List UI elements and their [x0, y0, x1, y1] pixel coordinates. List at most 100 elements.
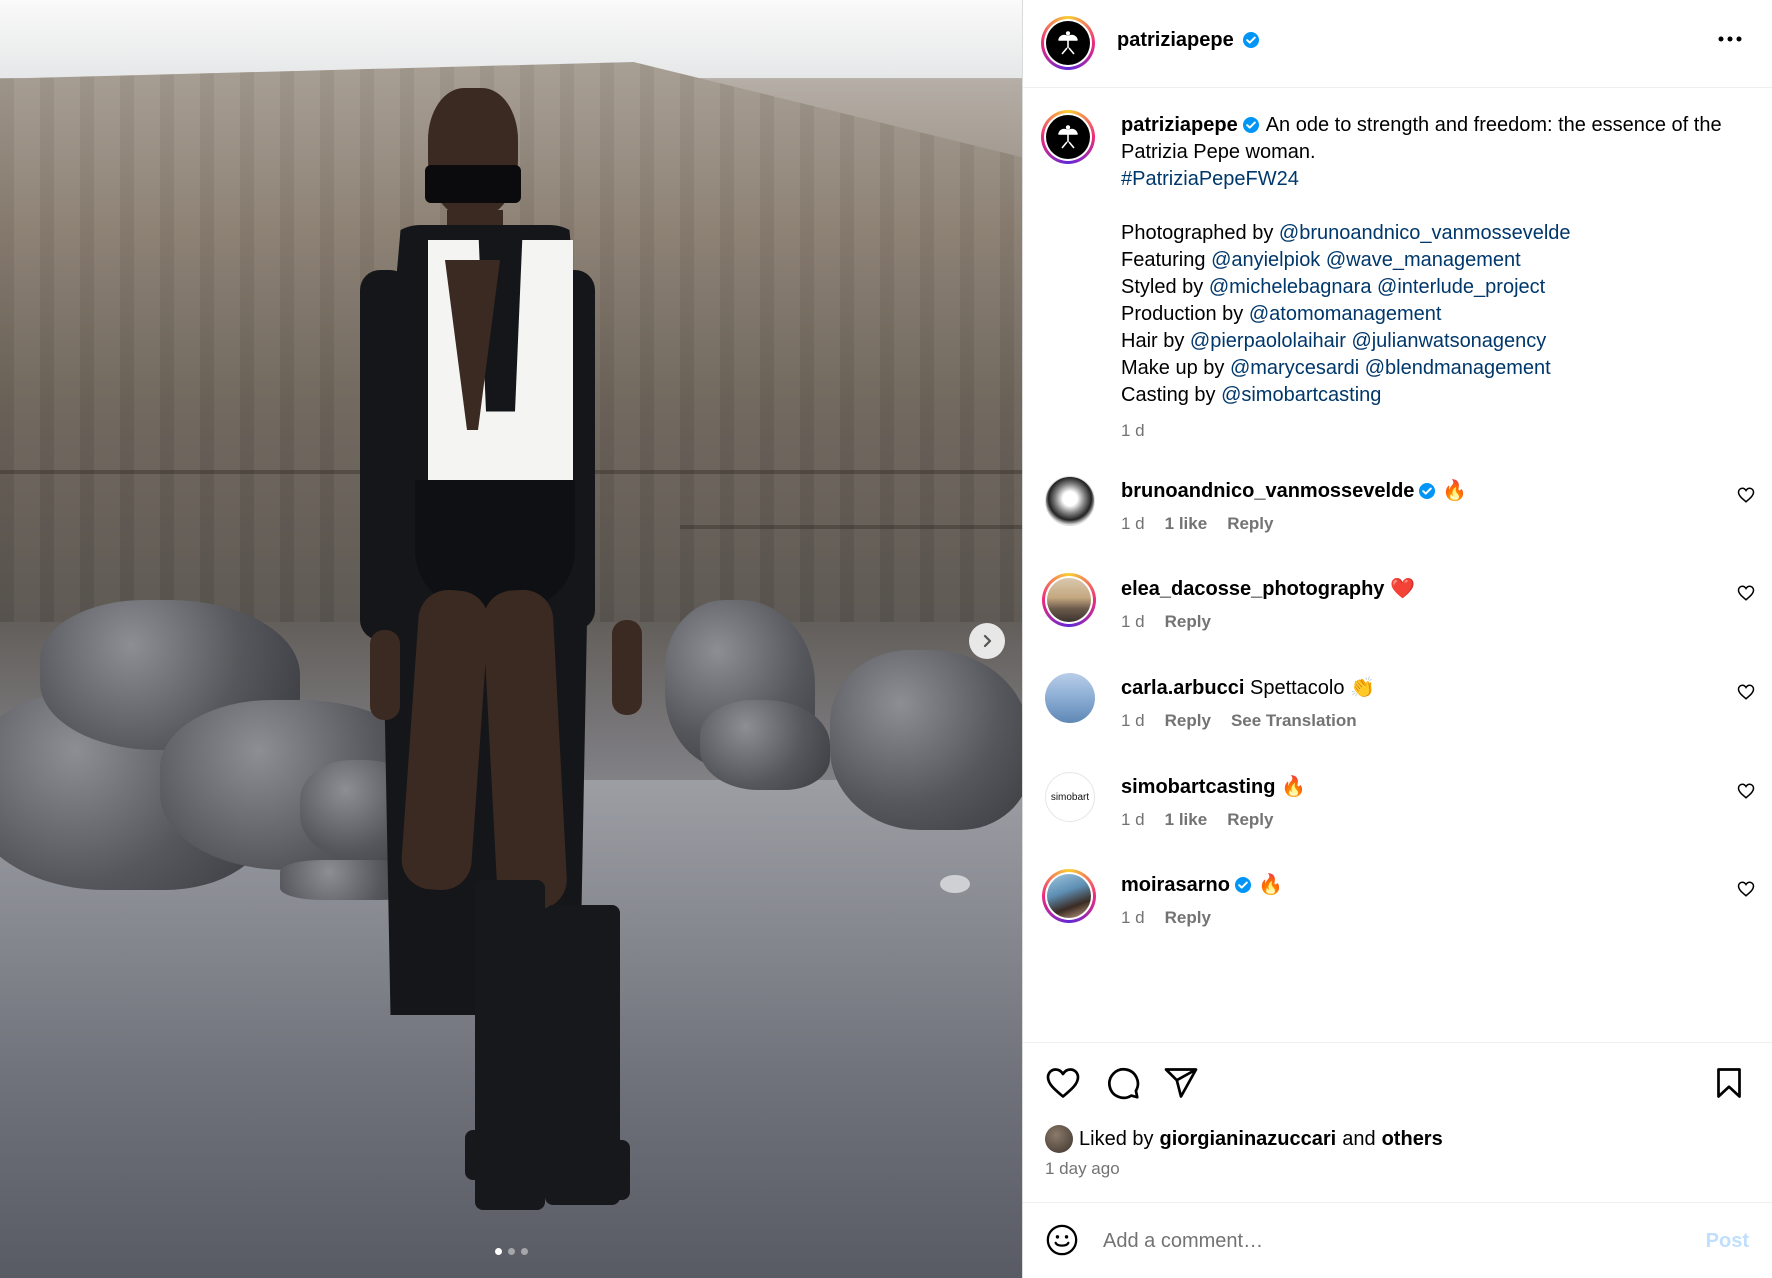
mention-link[interactable]: @brunoandnico_vanmossevelde — [1279, 222, 1571, 244]
comment-time[interactable]: 1 d — [1121, 908, 1145, 928]
mention-link[interactable]: @marycesardi — [1230, 357, 1359, 379]
mention-link[interactable]: @interlude_project — [1377, 276, 1545, 298]
like-button[interactable] — [1045, 1065, 1081, 1106]
comment-text: 🔥 — [1442, 480, 1468, 502]
comment-like-button[interactable] — [1737, 584, 1755, 607]
credits: Photographed by @brunoandnico_vanmosseve… — [1121, 220, 1741, 409]
mention-link[interactable]: @pierpaololaihair — [1190, 330, 1346, 352]
caption-timestamp[interactable]: 1 d — [1121, 417, 1741, 444]
mention-link[interactable]: @blendmanagement — [1365, 357, 1551, 379]
comment-like-button[interactable] — [1737, 486, 1755, 509]
mention-link[interactable]: @michelebagnara — [1209, 276, 1372, 298]
comment-like-button[interactable] — [1737, 683, 1755, 706]
comment-time[interactable]: 1 d — [1121, 810, 1145, 830]
chevron-right-icon — [983, 634, 992, 648]
avatar-wordmark: simobart — [1050, 791, 1090, 803]
author-avatar[interactable] — [1041, 16, 1095, 70]
comment-time[interactable]: 1 d — [1121, 514, 1145, 534]
next-slide-button[interactable] — [969, 623, 1005, 659]
share-icon — [1164, 1068, 1198, 1098]
mention-link[interactable]: @anyielpiok — [1211, 249, 1320, 271]
mention-link[interactable]: @simobartcasting — [1221, 384, 1381, 406]
likes-others-link[interactable]: others — [1382, 1128, 1443, 1151]
carousel-dot — [520, 1248, 528, 1255]
brand-logo-icon — [1058, 125, 1078, 149]
model-figure — [0, 0, 1022, 1278]
liker-username[interactable]: giorgianinazuccari — [1160, 1128, 1337, 1151]
comment-text: Spettacolo 👏 — [1249, 677, 1375, 699]
comment-composer: Post — [1023, 1202, 1772, 1278]
comment-item: brunoandnico_vanmossevelde 🔥 1 d 1 like Rep… — [1023, 476, 1772, 566]
author-username[interactable]: patriziapepe — [1117, 29, 1234, 51]
share-button[interactable] — [1163, 1065, 1199, 1106]
hashtag-link[interactable]: #PatriziaPepeFW24 — [1121, 168, 1299, 190]
more-icon — [1718, 36, 1742, 42]
carousel-dot — [507, 1248, 515, 1255]
commenter-avatar[interactable] — [1045, 673, 1095, 723]
comment-item: carla.arbucci Spettacolo 👏 1 d Reply See T… — [1023, 673, 1772, 763]
liked-by: Liked by giorgianinazuccari and others — [1045, 1125, 1443, 1153]
comment-username[interactable]: brunoandnico_vanmossevelde — [1121, 480, 1414, 502]
caption-avatar[interactable] — [1041, 110, 1095, 164]
liker-avatar[interactable] — [1045, 1125, 1073, 1153]
post-comment-button[interactable]: Post — [1706, 1230, 1749, 1253]
comment-username[interactable]: simobartcasting — [1121, 776, 1275, 798]
heart-icon — [1737, 684, 1755, 700]
post-side-panel: patriziapepe patriziapepe An ode to stren… — [1022, 0, 1772, 1278]
comment-username[interactable]: moirasarno — [1121, 874, 1230, 896]
caption-text: patriziapepe An ode to strength and freed… — [1121, 112, 1741, 444]
comment-likes[interactable]: 1 like — [1165, 514, 1208, 534]
reply-button[interactable]: Reply — [1165, 711, 1211, 731]
comment-like-button[interactable] — [1737, 782, 1755, 805]
post-timestamp[interactable]: 1 day ago — [1045, 1159, 1120, 1179]
comment-likes[interactable]: 1 like — [1165, 810, 1208, 830]
heart-icon — [1737, 783, 1755, 799]
comment-text: ❤️ — [1390, 578, 1415, 600]
see-translation-button[interactable]: See Translation — [1231, 711, 1357, 731]
commenter-avatar[interactable] — [1042, 573, 1096, 627]
comment-button[interactable] — [1105, 1065, 1141, 1106]
post-media[interactable] — [0, 0, 1022, 1278]
comment-icon — [1108, 1067, 1140, 1100]
carousel-dot — [494, 1248, 502, 1255]
comment-text: 🔥 — [1281, 776, 1306, 798]
verified-icon — [1234, 877, 1251, 893]
commenter-avatar[interactable] — [1042, 869, 1096, 923]
comment-like-button[interactable] — [1737, 880, 1755, 903]
comment-item: moirasarno 🔥 1 d Reply — [1023, 869, 1772, 960]
credit-line: Styled by @michelebagnara @interlude_pro… — [1121, 276, 1546, 298]
comment-time[interactable]: 1 d — [1121, 711, 1145, 731]
comment-time[interactable]: 1 d — [1121, 612, 1145, 632]
credit-line: Featuring @anyielpiok @wave_management — [1121, 249, 1521, 271]
comment-input[interactable] — [1103, 1221, 1663, 1261]
caption-username[interactable]: patriziapepe — [1121, 114, 1238, 136]
heart-icon — [1737, 585, 1755, 601]
reply-button[interactable]: Reply — [1227, 810, 1273, 830]
commenter-avatar[interactable] — [1045, 476, 1095, 526]
emoji-button[interactable] — [1045, 1223, 1079, 1262]
comment-text: 🔥 — [1257, 874, 1283, 896]
commenter-avatar[interactable]: simobart — [1045, 772, 1095, 822]
mention-link[interactable]: @julianwatsonagency — [1351, 330, 1546, 352]
credit-line: Casting by @simobartcasting — [1121, 384, 1382, 406]
heart-icon — [1737, 487, 1755, 503]
heart-icon — [1046, 1068, 1080, 1098]
reply-button[interactable]: Reply — [1227, 514, 1273, 534]
verified-icon — [1243, 32, 1260, 48]
reply-button[interactable]: Reply — [1165, 612, 1211, 632]
comment-username[interactable]: elea_dacosse_photography — [1121, 578, 1384, 600]
mention-link[interactable]: @atomomanagement — [1249, 303, 1442, 325]
mention-link[interactable]: @wave_management — [1326, 249, 1521, 271]
credit-line: Photographed by @brunoandnico_vanmosseve… — [1121, 222, 1571, 244]
heart-icon — [1737, 881, 1755, 897]
credit-line: Hair by @pierpaololaihair @julianwatsona… — [1121, 330, 1547, 352]
credit-line: Make up by @marycesardi @blendmanagement — [1121, 357, 1551, 379]
save-button[interactable] — [1711, 1065, 1747, 1106]
emoji-icon — [1046, 1224, 1078, 1256]
carousel-indicator — [0, 1248, 1022, 1255]
comment-username[interactable]: carla.arbucci — [1121, 677, 1244, 699]
more-options-button[interactable] — [1717, 30, 1743, 48]
comment-item: simobart simobartcasting 🔥 1 d 1 like Repl… — [1023, 772, 1772, 862]
post-header: patriziapepe — [1023, 0, 1772, 88]
reply-button[interactable]: Reply — [1165, 908, 1211, 928]
